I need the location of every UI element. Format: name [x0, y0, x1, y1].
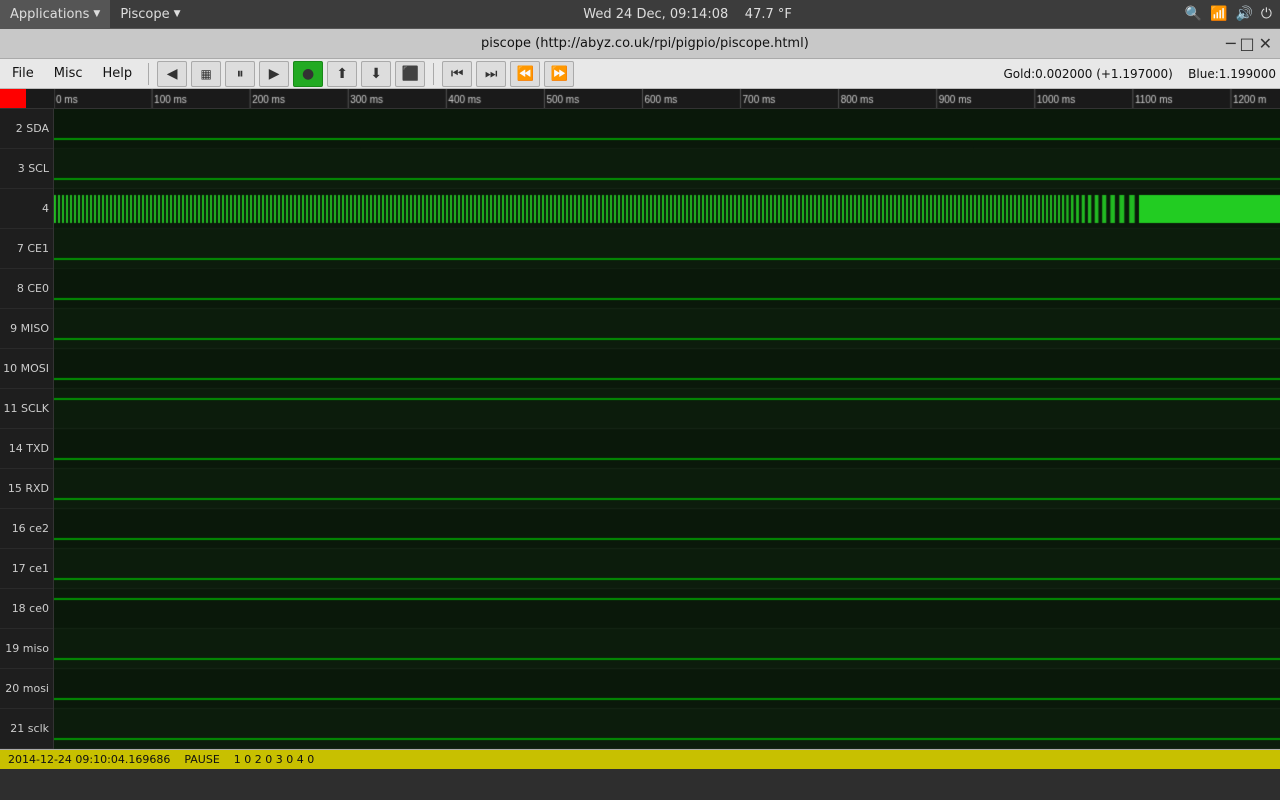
minimize-button[interactable]: ─ [1226, 34, 1236, 53]
piscope-menu[interactable]: Piscope ▼ [110, 0, 190, 29]
file-menu[interactable]: File [4, 64, 42, 83]
channel-label-8CE0: 8 CE0 [0, 269, 53, 309]
channel-label-4: 4 [0, 189, 53, 229]
channel-labels: 2 SDA3 SCL47 CE18 CE09 MISO10 MOSI11 SCL… [0, 109, 54, 749]
channel-label-19miso: 19 miso [0, 629, 53, 669]
upload-button[interactable]: ⬆ [327, 61, 357, 87]
search-taskbar-icon[interactable]: 🔍 [1185, 6, 1202, 22]
next-right-button[interactable]: ⏭ [476, 61, 506, 87]
end-button[interactable]: ⏩ [544, 61, 574, 87]
pause-button[interactable]: ⏸ [225, 61, 255, 87]
help-menu[interactable]: Help [95, 64, 141, 83]
toolbar-separator-1 [148, 63, 149, 85]
start-button[interactable]: ⏪ [510, 61, 540, 87]
piscope-label: Piscope [120, 7, 169, 22]
misc-menu[interactable]: Misc [46, 64, 91, 83]
taskbar-icons: 🔍 📶 🔊 ⏻ [1185, 6, 1280, 22]
cursor-info: Gold:0.002000 (+1.197000) Blue:1.199000 [1003, 67, 1276, 81]
window-title: piscope (http://abyz.co.uk/rpi/pigpio/pi… [68, 36, 1222, 51]
channel-label-16ce2: 16 ce2 [0, 509, 53, 549]
channel-label-21sclk: 21 sclk [0, 709, 53, 749]
power-icon[interactable]: ⏻ [1261, 6, 1272, 22]
status-pause: PAUSE [184, 753, 219, 766]
channel-label-7CE1: 7 CE1 [0, 229, 53, 269]
channel-label-3SCL: 3 SCL [0, 149, 53, 189]
gold-label: Gold:0.002000 (+1.197000) [1003, 67, 1172, 81]
close-button[interactable]: ✕ [1259, 34, 1272, 53]
main-area: 2 SDA3 SCL47 CE18 CE09 MISO10 MOSI11 SCL… [0, 109, 1280, 749]
save-button[interactable]: ⬛ [395, 61, 425, 87]
channel-label-2SDA: 2 SDA [0, 109, 53, 149]
ruler-canvas [54, 89, 1280, 109]
channel-label-14TXD: 14 TXD [0, 429, 53, 469]
taskbar-datetime: Wed 24 Dec, 09:14:08 47.7 °F [191, 7, 1185, 22]
channel-label-18ce0: 18 ce0 [0, 589, 53, 629]
status-zoom: 1 0 2 0 3 0 4 0 [234, 753, 314, 766]
back-button[interactable]: ◀ [157, 61, 187, 87]
channel-label-10MOSI: 10 MOSI [0, 349, 53, 389]
waveform-canvas [54, 109, 1280, 749]
applications-menu[interactable]: Applications ▼ [0, 0, 110, 29]
maximize-button[interactable]: □ [1239, 34, 1254, 53]
download-button[interactable]: ⬇ [361, 61, 391, 87]
toolbar-separator-2 [433, 63, 434, 85]
time-ruler [0, 89, 1280, 109]
prev-left-button[interactable]: ⏮ [442, 61, 472, 87]
channel-label-20mosi: 20 mosi [0, 669, 53, 709]
record-button[interactable]: ● [293, 61, 323, 87]
channel-label-17ce1: 17 ce1 [0, 549, 53, 589]
ruler-red-marker [0, 89, 26, 109]
channel-label-11SCLK: 11 SCLK [0, 389, 53, 429]
play-button[interactable]: ▶ [259, 61, 289, 87]
volume-icon[interactable]: 🔊 [1235, 6, 1252, 22]
applications-arrow-icon: ▼ [93, 9, 100, 19]
titlebar: piscope (http://abyz.co.uk/rpi/pigpio/pi… [0, 29, 1280, 59]
piscope-arrow-icon: ▼ [174, 9, 181, 19]
grid-button[interactable]: ▦ [191, 61, 221, 87]
applications-label: Applications [10, 7, 89, 22]
wifi-icon[interactable]: 📶 [1210, 6, 1227, 22]
status-datetime: 2014-12-24 09:10:04.169686 [8, 753, 170, 766]
channel-label-15RXD: 15 RXD [0, 469, 53, 509]
statusbar: 2014-12-24 09:10:04.169686 PAUSE 1 0 2 0… [0, 749, 1280, 769]
channel-label-9MISO: 9 MISO [0, 309, 53, 349]
waveform-area [54, 109, 1280, 749]
menubar: File Misc Help ◀ ▦ ⏸ ▶ ● ⬆ ⬇ ⬛ ⏮ ⏭ ⏪ ⏩ G… [0, 59, 1280, 89]
blue-label: Blue:1.199000 [1188, 67, 1276, 81]
taskbar: Applications ▼ Piscope ▼ Wed 24 Dec, 09:… [0, 0, 1280, 29]
